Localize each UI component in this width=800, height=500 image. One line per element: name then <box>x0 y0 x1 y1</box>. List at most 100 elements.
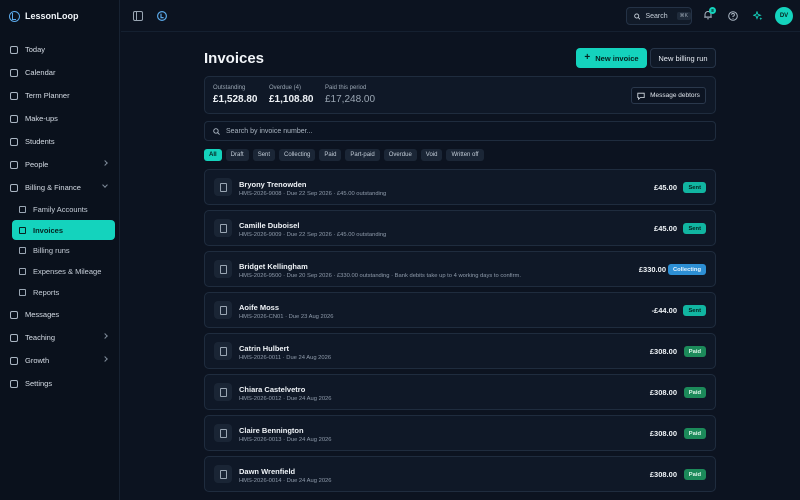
outstanding-label: Outstanding <box>213 85 246 91</box>
status-badge: Paid <box>683 387 706 398</box>
sidebar-item-students[interactable]: Students <box>0 130 120 153</box>
invoice-row[interactable]: Aoife Moss HMS-2026-CN01 · Due 23 Aug 202… <box>204 292 716 328</box>
sparkle-icon[interactable] <box>753 11 763 21</box>
invoice-icon <box>19 226 26 234</box>
new-billing-run-button[interactable]: New billing run <box>650 48 716 68</box>
invoice-customer-name: Chiara Castelvetro <box>239 385 306 394</box>
sidebar-item-label: Students <box>25 137 55 146</box>
people-icon <box>10 160 18 169</box>
sidebar-item-messages[interactable]: Messages <box>0 303 120 326</box>
sidebar-item-label: Messages <box>25 310 60 319</box>
filter-chip-part-paid[interactable]: Part-paid <box>345 149 380 161</box>
sidebar-item-term-planner[interactable]: Term Planner <box>0 84 120 107</box>
app-name: LessonLoop <box>25 11 79 21</box>
search-icon <box>634 12 641 20</box>
billing-icon <box>10 183 18 192</box>
invoice-detail: HMS-2026-9009 · Due 22 Sep 2026 · £45.00… <box>239 232 387 238</box>
document-icon <box>214 219 232 237</box>
filter-chip-void[interactable]: Void <box>420 149 443 161</box>
invoice-row[interactable]: Catrin Hulbert HMS-2026-0011 · Due 24 Aug… <box>204 333 716 369</box>
invoice-summary: Outstanding £1,528.80 Overdue (4) £1,108… <box>204 76 716 114</box>
sidebar-item-label: People <box>25 160 49 169</box>
growth-icon <box>10 356 18 365</box>
sidebar-item-label: Expenses & Mileage <box>33 267 102 276</box>
sidebar-item-label: Invoices <box>33 225 64 235</box>
invoice-customer-name: Bryony Trenowden <box>239 180 307 189</box>
filter-chip-paid[interactable]: Paid <box>319 149 342 161</box>
sidebar-item-settings[interactable]: Settings <box>0 372 120 395</box>
invoice-detail: HMS-2026-0011 · Due 24 Aug 2026 <box>239 355 332 361</box>
invoice-search-input[interactable]: Search by invoice number... <box>204 121 716 141</box>
filter-chip-all[interactable]: All <box>204 149 222 161</box>
message-icon <box>637 92 645 100</box>
status-badge: Paid <box>683 469 706 480</box>
sidebar-item-label: Teaching <box>25 333 56 342</box>
document-icon <box>214 383 232 401</box>
message-debtors-button[interactable]: Message debtors <box>631 87 706 104</box>
invoice-search-placeholder: Search by invoice number... <box>226 127 313 135</box>
overdue-stat: Overdue (4) £1,108.80 <box>269 85 314 105</box>
invoice-detail: HMS-2026-9008 · Due 22 Sep 2026 · £45.00… <box>239 191 387 197</box>
invoice-amount: £308.00 <box>649 470 677 479</box>
brand[interactable]: LessonLoop <box>0 0 119 32</box>
filter-chip-written-off[interactable]: Written off <box>446 149 484 161</box>
planner-icon <box>10 91 18 100</box>
invoice-row[interactable]: Bryony Trenowden HMS-2026-9008 · Due 22 S… <box>204 169 716 205</box>
paid-value: £17,248.00 <box>325 94 376 105</box>
family-icon <box>19 206 26 213</box>
invoice-detail: HMS-2026-0013 · Due 24 Aug 2026 <box>239 437 332 443</box>
help-icon[interactable] <box>728 11 738 21</box>
sidebar-item-growth[interactable]: Growth <box>0 349 120 372</box>
sidebar-item-label: Billing runs <box>33 246 70 255</box>
filter-chip-overdue[interactable]: Overdue <box>383 149 417 161</box>
notification-count-badge: 8 <box>709 7 716 14</box>
sidebar-nav: Today Calendar Term Planner Make-ups Student… <box>0 38 120 395</box>
sidebar-toggle-icon[interactable] <box>133 11 143 21</box>
sidebar-item-expenses-and-mileage[interactable]: Expenses & Mileage <box>0 261 120 282</box>
invoice-row[interactable]: Bridget Kellingham HMS-2026-9500 · Due 20… <box>204 251 716 287</box>
invoice-row[interactable]: Dawn Wrenfield HMS-2026-0014 · Due 24 Aug… <box>204 456 716 492</box>
sidebar-item-invoices[interactable]: Invoices <box>12 220 115 240</box>
invoice-row[interactable]: Claire Bennington HMS-2026-0013 · Due 24 … <box>204 415 716 451</box>
invoice-customer-name: Claire Bennington <box>239 426 304 435</box>
global-search-button[interactable]: Search ⌘K <box>626 7 692 25</box>
invoice-row[interactable]: Chiara Castelvetro HMS-2026-0012 · Due 24… <box>204 374 716 410</box>
plus-icon: + <box>584 52 591 63</box>
sidebar-item-today[interactable]: Today <box>0 38 120 61</box>
paid-label: Paid this period <box>325 85 367 91</box>
message-debtors-label: Message debtors <box>650 92 700 99</box>
invoice-row[interactable]: Camille Duboisel HMS-2026-9009 · Due 22 S… <box>204 210 716 246</box>
invoice-detail: HMS-2026-9500 · Due 20 Sep 2026 · £330.0… <box>239 273 521 279</box>
global-search-label: Search <box>645 12 668 20</box>
filter-chip-collecting[interactable]: Collecting <box>279 149 316 161</box>
sidebar-item-calendar[interactable]: Calendar <box>0 61 120 84</box>
status-badge: Paid <box>683 428 706 439</box>
notifications-button[interactable]: 8 <box>703 7 716 20</box>
status-badge: Sent <box>683 223 706 234</box>
filter-chip-draft[interactable]: Draft <box>225 149 249 161</box>
sidebar-item-family-accounts[interactable]: Family Accounts <box>0 199 120 220</box>
user-avatar[interactable]: DV <box>775 7 793 25</box>
sidebar-item-make-ups[interactable]: Make-ups <box>0 107 120 130</box>
sidebar-item-billing-and-finance[interactable]: Billing & Finance <box>0 176 120 199</box>
sidebar-item-label: Make-ups <box>25 114 58 123</box>
invoice-amount: £308.00 <box>649 429 677 438</box>
filter-chip-sent[interactable]: Sent <box>252 149 276 161</box>
org-logo-icon[interactable] <box>157 11 167 21</box>
sidebar-item-label: Growth <box>25 356 50 365</box>
invoice-amount: £308.00 <box>649 388 677 397</box>
invoice-detail: HMS-2026-CN01 · Due 23 Aug 2026 <box>239 314 334 320</box>
invoice-amount: £308.00 <box>649 347 677 356</box>
teaching-icon <box>10 333 18 342</box>
sidebar-item-people[interactable]: People <box>0 153 120 176</box>
sidebar-item-teaching[interactable]: Teaching <box>0 326 120 349</box>
document-icon <box>214 424 232 442</box>
new-invoice-button[interactable]: + New invoice <box>576 48 647 68</box>
overdue-value: £1,108.80 <box>269 94 314 105</box>
sidebar-item-reports[interactable]: Reports <box>0 282 120 303</box>
sidebar: LessonLoop Today Calendar Term Planner Make… <box>0 0 120 500</box>
billing-runs-icon <box>19 247 26 254</box>
sidebar-item-billing-runs[interactable]: Billing runs <box>0 240 120 261</box>
sidebar-item-label: Settings <box>25 379 53 388</box>
status-filters: All Draft Sent Collecting Paid Part-paid Overd… <box>204 149 484 161</box>
